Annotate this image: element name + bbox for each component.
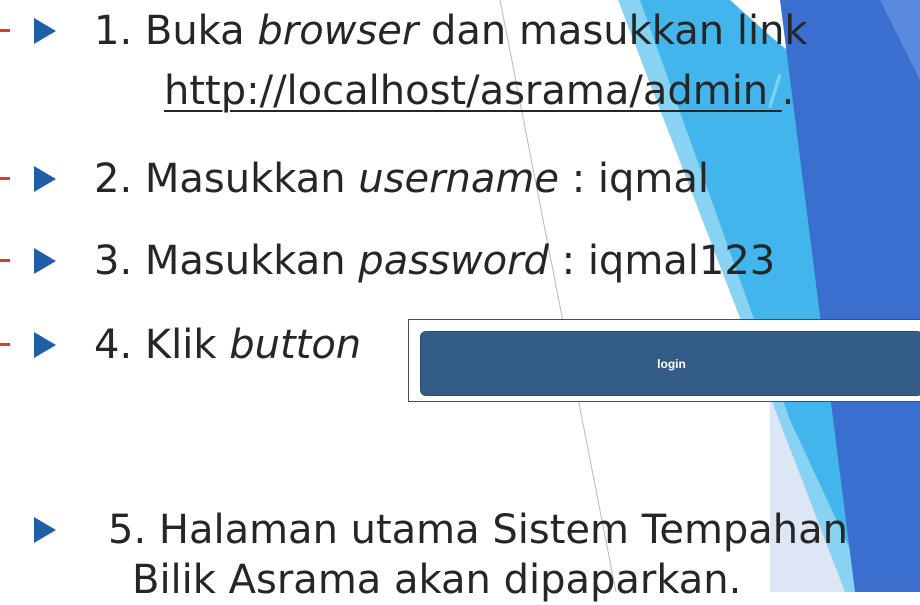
step-4-text: 4. Klik button [94,322,362,368]
step-5-text: 5. Halaman utama Sistem Tempahan Bilik A… [108,507,849,603]
step-5: 5. Halaman utama Sistem Tempahan Bilik A… [0,505,848,605]
step-2: 2. Masukkan username : iqmal [0,154,709,204]
bullet-arrow-icon [34,332,56,358]
login-button[interactable]: login [420,331,920,396]
step-3: 3. Masukkan password : iqmal123 [0,236,775,286]
step-4: 4. Klik button [0,320,361,370]
step-3-text: 3. Masukkan password : iqmal123 [94,238,776,284]
bullet-arrow-icon [34,517,56,543]
step-1-text: 1. Buka browser dan masukkan link http:/… [94,8,808,114]
login-button-screenshot: login [408,319,920,402]
bullet-arrow-icon [34,166,56,192]
admin-url-link[interactable]: http://localhost/asrama/admin/ [164,68,782,114]
bullet-arrow-icon [34,18,56,44]
step-2-text: 2. Masukkan username : iqmal [94,156,709,202]
bullet-arrow-icon [34,248,56,274]
step-1: 1. Buka browser dan masukkan link http:/… [0,6,808,116]
